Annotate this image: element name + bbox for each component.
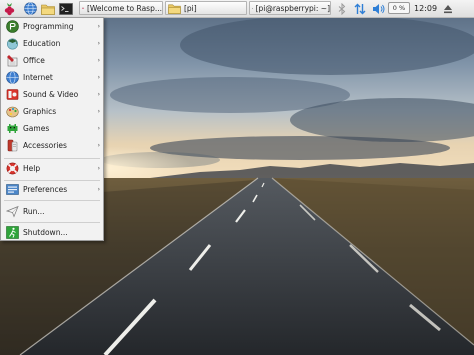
menu-separator: [4, 200, 100, 201]
eject-icon: [444, 4, 452, 13]
applications-menu-button[interactable]: [1, 1, 17, 16]
submenu-arrow-icon: ›: [97, 57, 100, 64]
menu-item-label: Run...: [23, 207, 45, 216]
file-manager-launcher[interactable]: [40, 1, 56, 16]
menu-item-label: Preferences: [23, 185, 68, 194]
applications-menu: Programming › Education › Office › Inter…: [0, 17, 104, 241]
terminal-icon: [252, 7, 253, 9]
menu-separator: [4, 158, 100, 159]
graphics-icon: [6, 106, 19, 118]
games-icon: [7, 124, 18, 133]
submenu-arrow-icon: ›: [97, 91, 100, 98]
menu-item-games[interactable]: Games ›: [2, 120, 103, 137]
menu-item-label: Games: [23, 124, 50, 133]
volume-button[interactable]: [370, 1, 386, 16]
bluetooth-button[interactable]: [335, 1, 349, 16]
menu-item-label: Office: [23, 56, 45, 65]
eject-button[interactable]: [441, 1, 455, 16]
menu-item-shutdown[interactable]: Shutdown...: [2, 224, 103, 241]
menu-item-label: Sound & Video: [23, 90, 79, 99]
terminal-launcher[interactable]: [58, 1, 74, 16]
menu-item-label: Education: [23, 39, 61, 48]
accessories-icon: [7, 139, 18, 152]
submenu-arrow-icon: ›: [97, 165, 100, 172]
web-browser-launcher[interactable]: [22, 1, 38, 16]
run-icon: [6, 205, 19, 218]
submenu-arrow-icon: ›: [97, 125, 100, 132]
globe-browser-icon: [23, 2, 37, 15]
shutdown-exit-icon: [6, 226, 19, 239]
task-button-terminal[interactable]: [pi@raspberrypi: ~]: [249, 1, 331, 15]
menu-item-label: Shutdown...: [23, 228, 68, 237]
top-panel: [Welcome to Rasp... [pi] [pi@raspberrypi…: [0, 0, 474, 18]
submenu-arrow-icon: ›: [97, 74, 100, 81]
task-label: [pi]: [184, 3, 197, 13]
bluetooth-icon: [338, 2, 346, 15]
network-updown-icon: [354, 3, 366, 14]
speaker-icon: [372, 3, 384, 14]
education-icon: [7, 38, 18, 50]
menu-item-label: Internet: [23, 73, 53, 82]
menu-item-preferences[interactable]: Preferences ›: [2, 181, 103, 198]
raspberry-logo-icon: [82, 7, 84, 9]
menu-item-programming[interactable]: Programming ›: [2, 18, 103, 35]
file-manager-icon: [41, 4, 55, 15]
submenu-arrow-icon: ›: [97, 142, 100, 149]
menu-item-office[interactable]: Office ›: [2, 52, 103, 69]
volume-level-label[interactable]: 0 %: [388, 2, 410, 14]
menu-item-help[interactable]: Help ›: [2, 160, 103, 177]
menu-item-education[interactable]: Education ›: [2, 35, 103, 52]
menu-item-run[interactable]: Run...: [2, 203, 103, 220]
preferences-icon: [6, 184, 19, 195]
menu-separator: [4, 222, 100, 223]
menu-item-graphics[interactable]: Graphics ›: [2, 103, 103, 120]
network-button[interactable]: [352, 1, 368, 16]
terminal-icon: [59, 2, 73, 15]
programming-icon: [6, 20, 19, 33]
folder-icon: [168, 4, 181, 14]
menu-item-label: Accessories: [23, 141, 67, 150]
office-icon: [7, 55, 18, 67]
task-label: [pi@raspberrypi: ~]: [255, 3, 330, 13]
raspberry-logo-icon: [4, 2, 14, 15]
submenu-arrow-icon: ›: [97, 23, 100, 30]
task-button-file-manager[interactable]: [pi]: [165, 1, 247, 15]
sound-video-icon: [6, 89, 19, 100]
clock[interactable]: 12:09: [414, 1, 437, 16]
menu-item-sound-video[interactable]: Sound & Video ›: [2, 86, 103, 103]
menu-item-label: Graphics: [23, 107, 57, 116]
menu-item-label: Programming: [23, 22, 74, 31]
task-button-welcome[interactable]: [Welcome to Rasp...: [79, 1, 163, 15]
menu-item-label: Help: [23, 164, 41, 173]
task-label: [Welcome to Rasp...: [87, 3, 162, 13]
submenu-arrow-icon: ›: [97, 108, 100, 115]
internet-globe-icon: [6, 71, 19, 84]
submenu-arrow-icon: ›: [97, 40, 100, 47]
menu-item-internet[interactable]: Internet ›: [2, 69, 103, 86]
menu-item-accessories[interactable]: Accessories ›: [2, 137, 103, 154]
help-lifebuoy-icon: [6, 162, 19, 175]
submenu-arrow-icon: ›: [97, 186, 100, 193]
